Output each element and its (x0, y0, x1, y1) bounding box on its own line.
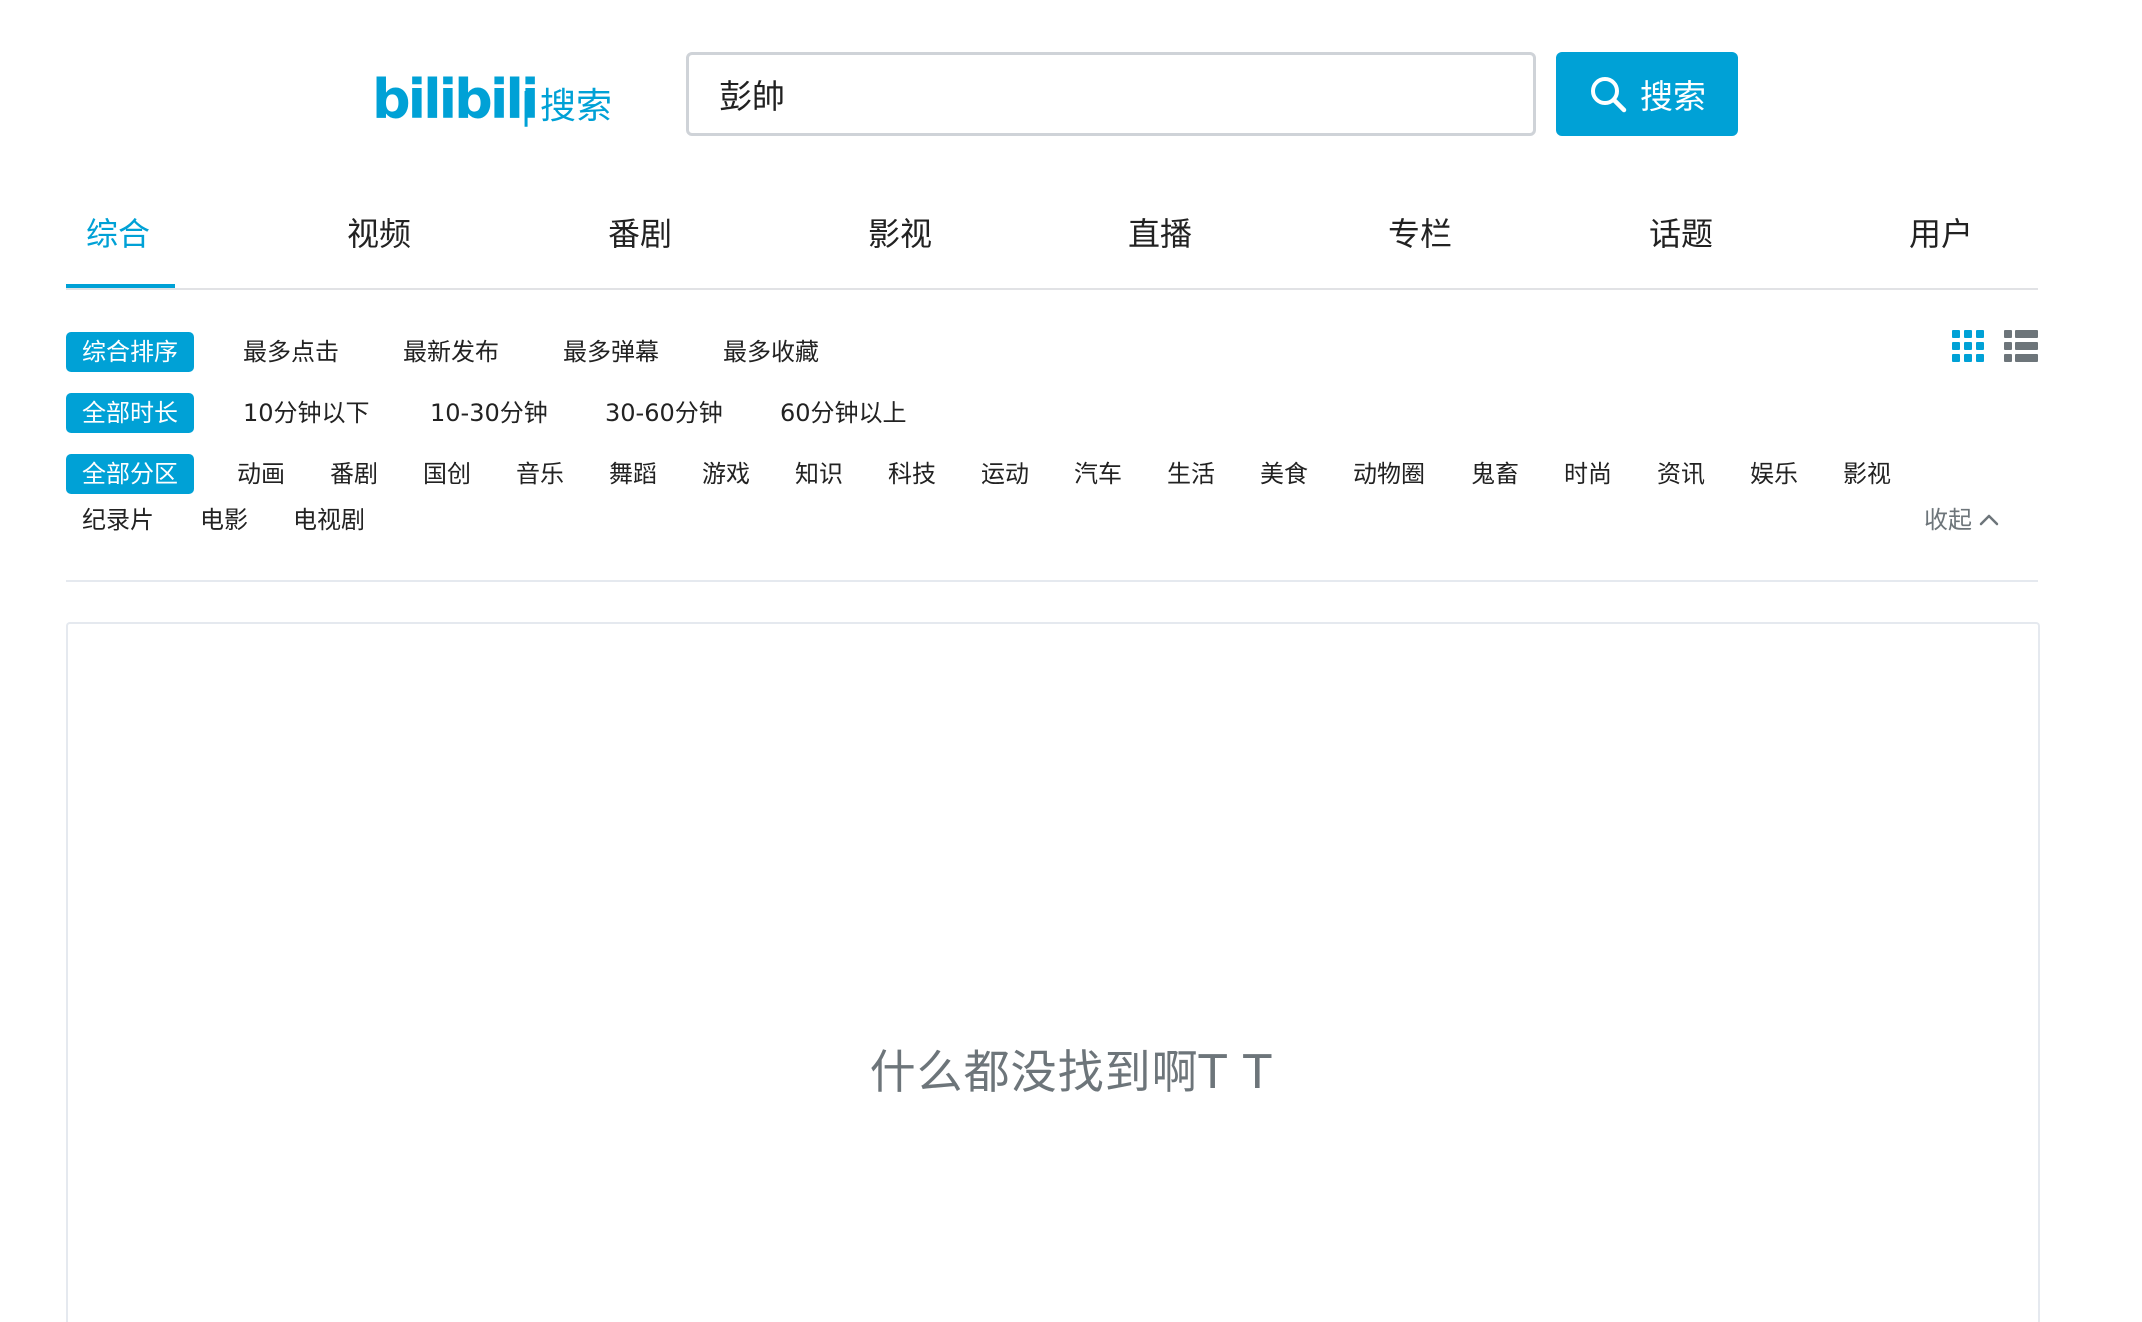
filter-divider (66, 580, 2038, 582)
empty-results-message: 什么都没找到啊T T (869, 1045, 1273, 1099)
zone-option[interactable]: 影视 (1843, 454, 1891, 494)
zone-option[interactable]: 动物圈 (1353, 454, 1425, 494)
duration-option[interactable]: 10分钟以下 (243, 393, 370, 433)
zone-option[interactable]: 纪录片 (82, 500, 154, 540)
grid-view-icon[interactable] (1952, 330, 1984, 362)
duration-option[interactable]: 10-30分钟 (430, 393, 548, 433)
sort-option[interactable]: 最多收藏 (723, 332, 819, 372)
collapse-toggle[interactable]: 收起 (1924, 500, 2000, 540)
zone-option[interactable]: 时尚 (1564, 454, 1612, 494)
zone-option[interactable]: 生活 (1167, 454, 1215, 494)
search-button[interactable]: 搜索 (1556, 52, 1738, 136)
zone-option[interactable]: 资讯 (1657, 454, 1705, 494)
zone-option-selected[interactable]: 全部分区 (66, 454, 194, 494)
zone-option[interactable]: 科技 (888, 454, 936, 494)
list-view-icon[interactable] (2004, 330, 2038, 362)
zone-option[interactable]: 运动 (981, 454, 1029, 494)
sort-option[interactable]: 最多弹幕 (563, 332, 659, 372)
sort-filter-row: 综合排序 最多点击 最新发布 最多弹幕 最多收藏 (66, 332, 1066, 374)
zone-option[interactable]: 美食 (1260, 454, 1308, 494)
active-tab-indicator (66, 284, 175, 288)
search-page: bilibili | 搜索 搜索 综合 视频 番剧 影视 直播 专栏 话题 用户… (0, 0, 2142, 1322)
duration-option-selected[interactable]: 全部时长 (66, 393, 194, 433)
logo-separator: | (520, 86, 532, 127)
sort-option-selected[interactable]: 综合排序 (66, 332, 194, 372)
chevron-up-icon (1979, 514, 1999, 526)
zone-option[interactable]: 番剧 (330, 454, 378, 494)
duration-filter-row: 全部时长 10分钟以下 10-30分钟 30-60分钟 60分钟以上 (66, 393, 1066, 435)
zone-option[interactable]: 国创 (423, 454, 471, 494)
search-button-label: 搜索 (1640, 77, 1706, 116)
logo-suffix-text: 搜索 (540, 86, 612, 127)
results-panel (66, 622, 2040, 1322)
tab-bangumi[interactable]: 番剧 (608, 200, 672, 288)
zone-option[interactable]: 知识 (795, 454, 843, 494)
zone-option[interactable]: 动画 (237, 454, 285, 494)
duration-option[interactable]: 60分钟以上 (780, 393, 907, 433)
zone-option[interactable]: 娱乐 (1750, 454, 1798, 494)
search-type-tabs: 综合 视频 番剧 影视 直播 专栏 话题 用户 (66, 200, 2038, 290)
tab-film-tv[interactable]: 影视 (868, 200, 932, 288)
tab-live[interactable]: 直播 (1128, 200, 1192, 288)
collapse-label: 收起 (1924, 506, 1972, 534)
search-input[interactable] (686, 52, 1536, 136)
sort-option[interactable]: 最多点击 (243, 332, 339, 372)
zone-option[interactable]: 游戏 (702, 454, 750, 494)
tab-all[interactable]: 综合 (86, 200, 150, 288)
zone-option[interactable]: 汽车 (1074, 454, 1122, 494)
zone-option[interactable]: 电视剧 (293, 500, 365, 540)
zone-option[interactable]: 舞蹈 (609, 454, 657, 494)
bilibili-search-logo[interactable]: bilibili | 搜索 (372, 66, 626, 136)
zone-option[interactable]: 音乐 (516, 454, 564, 494)
tab-user[interactable]: 用户 (1909, 200, 1973, 288)
zone-filter-row-2: 纪录片 电影 电视剧 (66, 500, 1066, 542)
logo-brand-text: bilibili (372, 68, 536, 131)
tab-article[interactable]: 专栏 (1388, 200, 1452, 288)
zone-option[interactable]: 鬼畜 (1471, 454, 1519, 494)
duration-option[interactable]: 30-60分钟 (605, 393, 723, 433)
search-icon (1591, 77, 1627, 113)
sort-option[interactable]: 最新发布 (403, 332, 499, 372)
zone-option[interactable]: 电影 (200, 500, 248, 540)
tab-video[interactable]: 视频 (347, 200, 411, 288)
tab-topic[interactable]: 话题 (1649, 200, 1713, 288)
zone-filter-row: 全部分区 动画 番剧 国创 音乐 舞蹈 游戏 知识 科技 运动 汽车 生活 美食… (66, 454, 2038, 496)
